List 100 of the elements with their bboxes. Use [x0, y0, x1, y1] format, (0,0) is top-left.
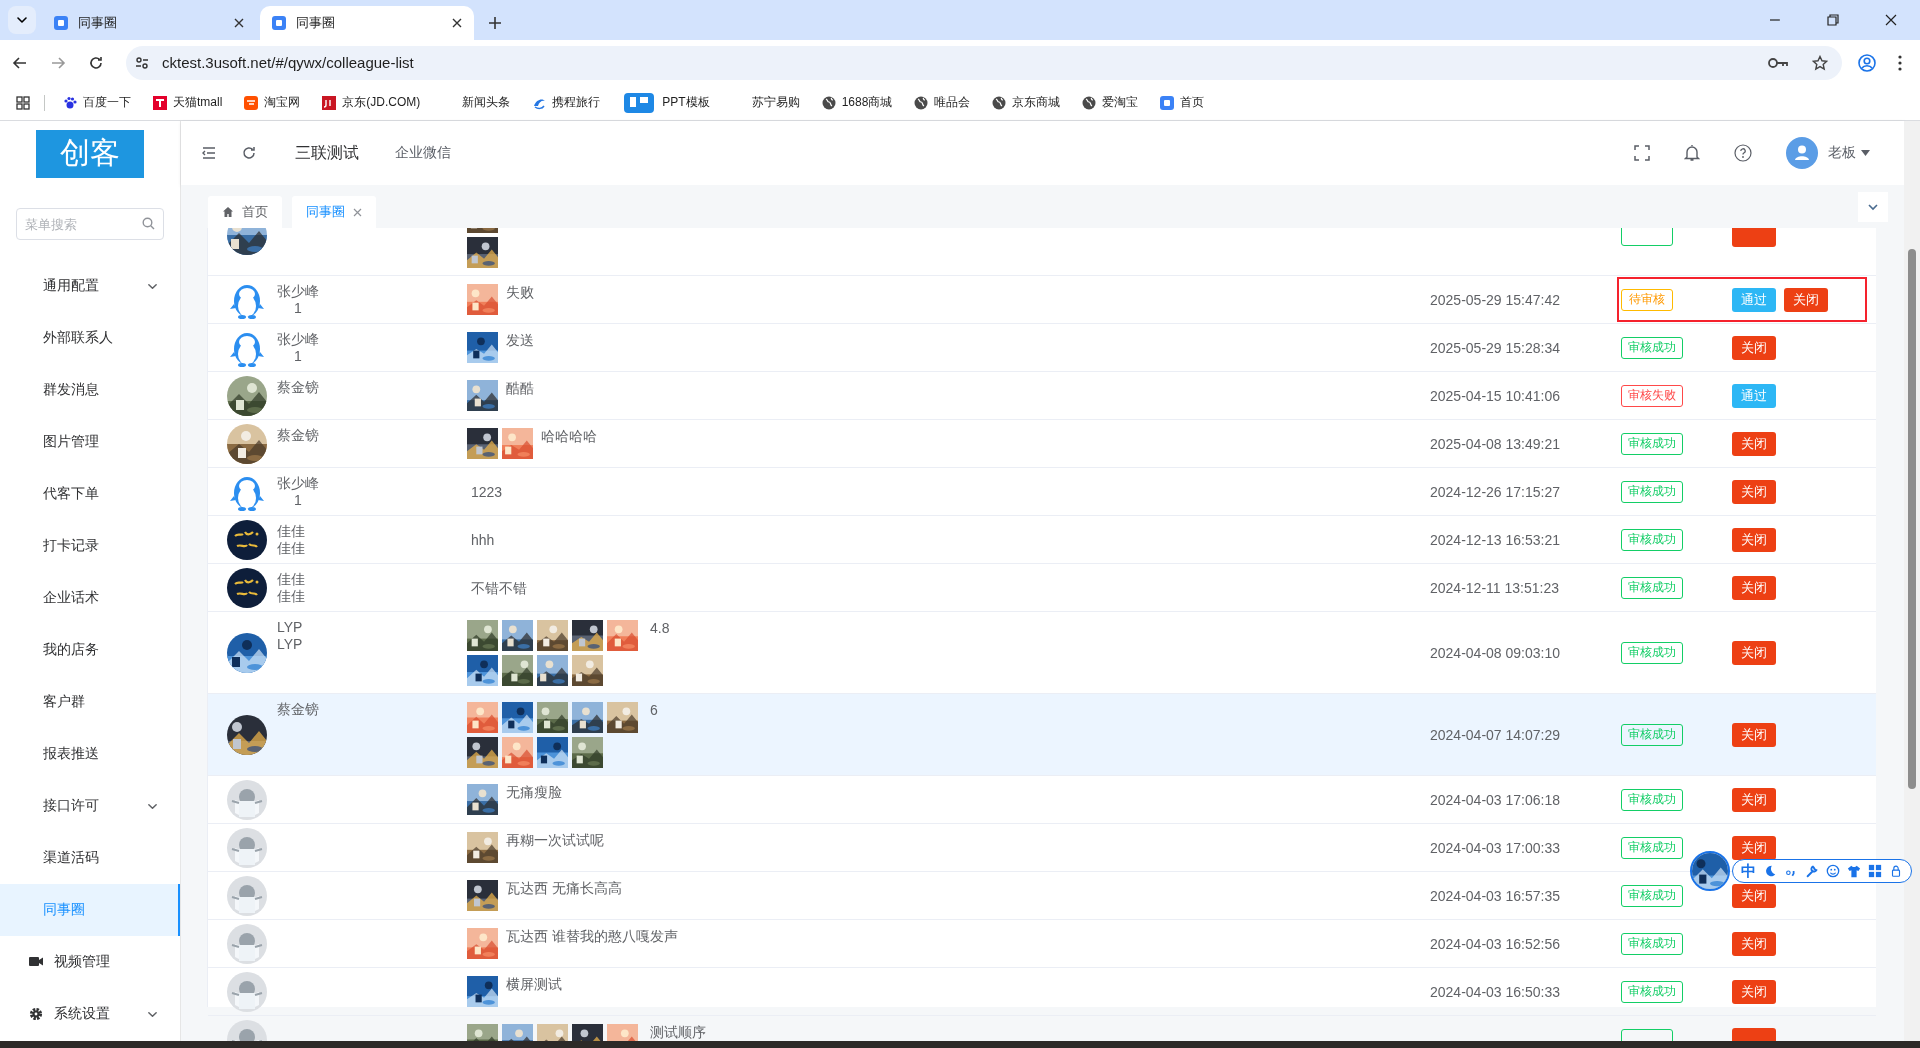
- browser-tab[interactable]: 同事圈: [260, 6, 474, 40]
- user-name: 佳佳: [277, 523, 305, 540]
- tabs-dropdown-button[interactable]: [1858, 192, 1888, 222]
- penguin-avatar: [227, 875, 267, 916]
- close-icon[interactable]: [1884, 13, 1898, 27]
- post-text: hhh: [471, 531, 495, 549]
- menu-item[interactable]: 通用配置: [0, 260, 180, 312]
- close-button[interactable]: 关闭: [1732, 640, 1776, 665]
- close-button[interactable]: 关闭: [1732, 931, 1776, 956]
- close-button[interactable]: 关闭: [1732, 479, 1776, 504]
- wrench-icon[interactable]: [1805, 864, 1819, 878]
- star-icon[interactable]: [1812, 54, 1828, 71]
- menu-item[interactable]: 渠道活码: [0, 832, 180, 884]
- menu-item[interactable]: 客户群: [0, 676, 180, 728]
- table-row[interactable]: 蔡金镑 6 2024-04-07 14:07:29 审核成功 关闭: [208, 694, 1876, 776]
- bookmark[interactable]: 苏宁易购: [723, 88, 808, 117]
- scrollbar[interactable]: [1904, 121, 1920, 1041]
- bookmark[interactable]: 京东(JD.COM): [314, 88, 429, 117]
- bookmark[interactable]: 淘宝网: [236, 88, 309, 117]
- user-avatar[interactable]: [1786, 137, 1818, 169]
- shirt-icon[interactable]: [1847, 864, 1861, 878]
- menu-item[interactable]: 系统设置: [0, 988, 180, 1040]
- grid-icon[interactable]: [1868, 864, 1882, 878]
- tile-icon: [244, 95, 259, 110]
- nav-link[interactable]: 企业微信: [395, 144, 451, 162]
- back-icon[interactable]: [12, 54, 28, 71]
- menu-item[interactable]: 群发消息: [0, 364, 180, 416]
- menu-item[interactable]: 外部联系人: [0, 312, 180, 364]
- table-row[interactable]: 张少峰 1 失败 2025-05-29 15:47:42 待审核 通过 关闭: [208, 276, 1876, 324]
- bookmark[interactable]: 新闻头条: [434, 88, 519, 117]
- close-button[interactable]: 关闭: [1732, 575, 1776, 600]
- fullscreen-icon[interactable]: [1634, 145, 1650, 161]
- bookmark[interactable]: 唯品会: [906, 88, 979, 117]
- bookmark[interactable]: 京东商城: [984, 88, 1069, 117]
- nav-link[interactable]: 三联测试: [295, 142, 359, 164]
- table-row[interactable]: 瓦达西 谁替我的憨八嘎发声 2024-04-03 16:52:56 审核成功 关闭: [208, 920, 1876, 968]
- bookmark[interactable]: PPT模板: [614, 88, 718, 117]
- close-button[interactable]: 关闭: [1784, 287, 1828, 312]
- profile-icon[interactable]: [1858, 53, 1876, 72]
- search-icon: [142, 217, 155, 230]
- bookmark[interactable]: 百度一下: [55, 88, 139, 117]
- close-button[interactable]: 关闭: [1732, 431, 1776, 456]
- menu-item[interactable]: 企业话术: [0, 572, 180, 624]
- table-cell: 2024-04-08 09:03:10: [1430, 644, 1560, 661]
- bookmark-label: 天猫tmall: [173, 94, 223, 111]
- user-name: 张少峰: [277, 475, 319, 492]
- menu-item[interactable]: 我的店务: [0, 624, 180, 676]
- address-bar[interactable]: cktest.3usoft.net/#/qywx/colleague-list: [126, 45, 1842, 80]
- table-row[interactable]: 张少峰 1 1223 2024-12-26 17:15:27 审核成功 关闭: [208, 468, 1876, 516]
- table-row[interactable]: 张少峰 1 发送 2025-05-29 15:28:34 审核成功 关闭: [208, 324, 1876, 372]
- bookmark-label: 唯品会: [934, 94, 971, 111]
- bookmark[interactable]: 首页: [1152, 88, 1213, 117]
- table-row[interactable]: 佳佳 佳佳 不错不错 2024-12-11 13:51:23 审核成功 关闭: [208, 564, 1876, 612]
- table-row[interactable]: 无痛瘦脸 2024-04-03 17:06:18 审核成功 关闭: [208, 776, 1876, 824]
- refresh-icon[interactable]: [241, 145, 257, 161]
- collapse-menu-icon[interactable]: [201, 145, 217, 161]
- close-button[interactable]: 关闭: [1732, 722, 1776, 747]
- close-icon[interactable]: [234, 18, 244, 28]
- close-button[interactable]: 关闭: [1732, 527, 1776, 552]
- close-button[interactable]: 关闭: [1732, 979, 1776, 1004]
- smiley-icon[interactable]: [1826, 864, 1840, 878]
- new-tab-icon[interactable]: [488, 16, 502, 30]
- close-button[interactable]: 关闭: [1732, 335, 1776, 360]
- browser-tab[interactable]: 同事圈: [42, 6, 256, 40]
- menu-item[interactable]: 打卡记录: [0, 520, 180, 572]
- menu-item[interactable]: 报表推送: [0, 728, 180, 780]
- apps-icon[interactable]: [16, 95, 30, 110]
- moon-icon[interactable]: [1763, 864, 1777, 878]
- table-row[interactable]: 蔡金镑 酷酷 2025-04-15 10:41:06 审核失败 通过: [208, 372, 1876, 420]
- close-button[interactable]: 关闭: [1732, 835, 1776, 860]
- reload-icon[interactable]: [88, 54, 104, 71]
- table-row[interactable]: 佳佳 佳佳 hhh 2024-12-13 16:53:21 审核成功 关闭: [208, 516, 1876, 564]
- bookmark[interactable]: 天猫tmall: [145, 88, 231, 117]
- user-name: 佳佳: [277, 588, 305, 605]
- forward-icon[interactable]: [50, 54, 66, 71]
- bookmark[interactable]: 携程旅行: [524, 88, 609, 117]
- user-menu[interactable]: 老板: [1828, 144, 1870, 162]
- more-icon[interactable]: [1898, 54, 1902, 71]
- menu-item[interactable]: 接口许可: [0, 780, 180, 832]
- close-button[interactable]: 关闭: [1732, 883, 1776, 908]
- key-icon[interactable]: [1768, 56, 1788, 69]
- lock-icon[interactable]: [1889, 864, 1903, 878]
- search-field[interactable]: 菜单搜索: [16, 208, 164, 240]
- bookmark[interactable]: 1688商城: [813, 88, 901, 117]
- menu-item[interactable]: 视频管理: [0, 936, 180, 988]
- table-row[interactable]: 横屏测试 2024-04-03 16:50:33 审核成功 关闭: [208, 968, 1876, 1016]
- site-settings-icon[interactable]: [134, 54, 150, 71]
- tab-search-button[interactable]: [8, 6, 36, 34]
- page-tab[interactable]: 首页: [208, 196, 282, 228]
- user-name: 蔡金镑: [277, 701, 319, 718]
- restore-icon[interactable]: [1826, 13, 1840, 27]
- menu-item[interactable]: 图片管理: [0, 416, 180, 468]
- input-method-menu[interactable]: 中: [1732, 859, 1912, 883]
- help-icon[interactable]: [1734, 144, 1752, 162]
- bell-icon[interactable]: [1684, 144, 1700, 162]
- bookmark[interactable]: 爱淘宝: [1074, 88, 1147, 117]
- menu-item[interactable]: 代客下单: [0, 468, 180, 520]
- table-row[interactable]: 蔡金镑 哈哈哈哈 2025-04-08 13:49:21 审核成功 关闭: [208, 420, 1876, 468]
- close-icon[interactable]: [452, 18, 462, 28]
- close-button[interactable]: 关闭: [1732, 787, 1776, 812]
